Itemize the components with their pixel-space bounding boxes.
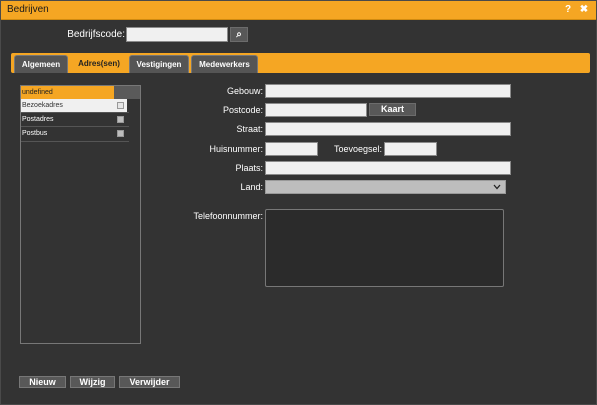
search-icon: ⌕	[236, 29, 242, 40]
edit-button[interactable]: Wijzig	[70, 376, 115, 388]
window-title: Bedrijven	[7, 4, 49, 15]
kaart-button[interactable]: Kaart	[369, 103, 416, 116]
help-icon[interactable]: ?	[562, 3, 574, 16]
bedrijfscode-label: Bedrijfscode:	[67, 29, 125, 40]
land-select[interactable]	[265, 180, 506, 194]
close-icon[interactable]: ✖	[578, 3, 590, 16]
bezoekadres-checkbox[interactable]	[117, 102, 124, 109]
delete-button[interactable]: Verwijder	[119, 376, 180, 388]
postadres-checkbox[interactable]	[117, 116, 124, 123]
divider	[21, 141, 129, 142]
tab-strip: Algemeen Adres(sen) Vestigingen Medewerk…	[11, 53, 590, 73]
toevoegsel-label: Toevoegsel:	[333, 144, 382, 154]
tab-adressen[interactable]: Adres(sen)	[70, 55, 128, 73]
huisnummer-label: Huisnummer:	[209, 144, 263, 154]
tab-vestigingen[interactable]: Vestigingen	[129, 55, 189, 73]
tab-algemeen[interactable]: Algemeen	[14, 55, 68, 73]
huisnummer-field[interactable]	[265, 142, 318, 156]
search-button[interactable]: ⌕	[230, 27, 248, 42]
straat-label: Straat:	[236, 124, 263, 134]
list-item-undefined[interactable]: undefined	[21, 86, 114, 99]
tab-medewerkers[interactable]: Medewerkers	[191, 55, 258, 73]
gebouw-field[interactable]	[265, 84, 511, 98]
postcode-field[interactable]	[265, 103, 367, 117]
straat-field[interactable]	[265, 122, 511, 136]
postbus-checkbox[interactable]	[117, 130, 124, 137]
list-header-cell	[114, 86, 140, 99]
chevron-down-icon	[493, 184, 501, 190]
plaats-label: Plaats:	[235, 163, 263, 173]
plaats-field[interactable]	[265, 161, 511, 175]
bedrijven-window: Bedrijven ? ✖ Bedrijfscode: ⌕ Algemeen A…	[0, 0, 597, 405]
bedrijfscode-input[interactable]	[126, 27, 228, 42]
new-button[interactable]: Nieuw	[19, 376, 66, 388]
gebouw-label: Gebouw:	[226, 86, 263, 96]
toevoegsel-field[interactable]	[384, 142, 437, 156]
telefoonnummer-field[interactable]	[265, 209, 504, 287]
address-type-list: undefined Bezoekadres Postadres Postbus	[20, 85, 141, 344]
land-label: Land:	[240, 182, 263, 192]
list-item-bezoekadres[interactable]: Bezoekadres	[21, 99, 101, 112]
postcode-label: Postcode:	[222, 105, 263, 115]
title-bar: Bedrijven ? ✖	[1, 1, 596, 20]
telefoonnummer-label: Telefoonnummer:	[193, 211, 263, 221]
